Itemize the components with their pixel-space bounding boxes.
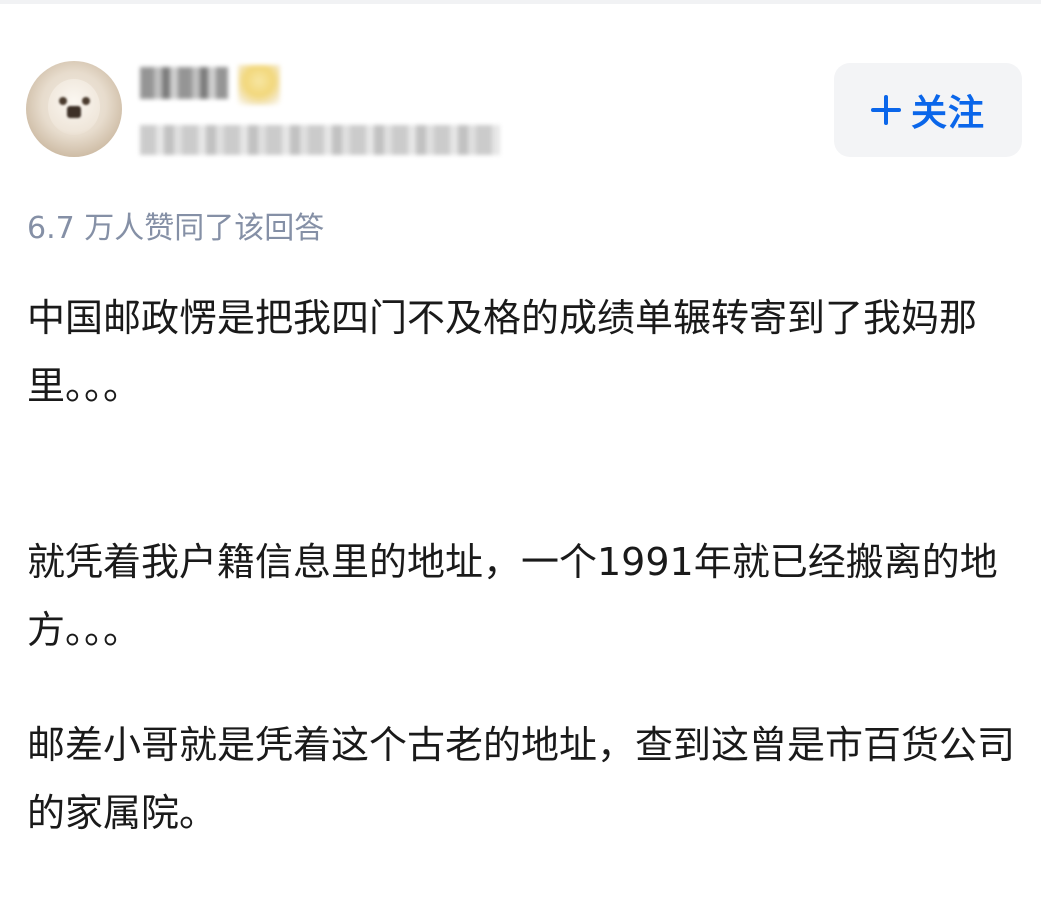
avatar-eye-left [59, 97, 67, 105]
author-name-blurred[interactable] [140, 67, 228, 99]
author-info-row: 关注 [0, 55, 1041, 165]
plus-icon [870, 95, 901, 125]
avatar-nose [67, 106, 81, 118]
answer-paragraph: 就凭着我户籍信息里的地址，一个1991年就已经搬离的地方。。。 [27, 540, 998, 652]
author-headline-blurred [140, 125, 500, 155]
avatar-eye-right [82, 97, 90, 105]
answer-paragraph: 邮差小哥就是凭着这个古老的地址，查到这曾是市百货公司的家属院。 [27, 723, 1016, 835]
answer-content: 中国邮政愣是把我四门不及格的成绩单辗转寄到了我妈那里。。。 就凭着我户籍信息里的… [27, 284, 1017, 835]
answer-paragraph: 中国邮政愣是把我四门不及格的成绩单辗转寄到了我妈那里。。。 [27, 296, 978, 408]
avatar[interactable] [26, 61, 122, 157]
author-badge-icon [238, 65, 280, 105]
follow-button[interactable]: 关注 [834, 63, 1022, 157]
follow-label: 关注 [910, 93, 985, 134]
upvote-count[interactable]: 6.7 万人赞同了该回答 [27, 203, 324, 247]
top-divider [0, 0, 1041, 4]
